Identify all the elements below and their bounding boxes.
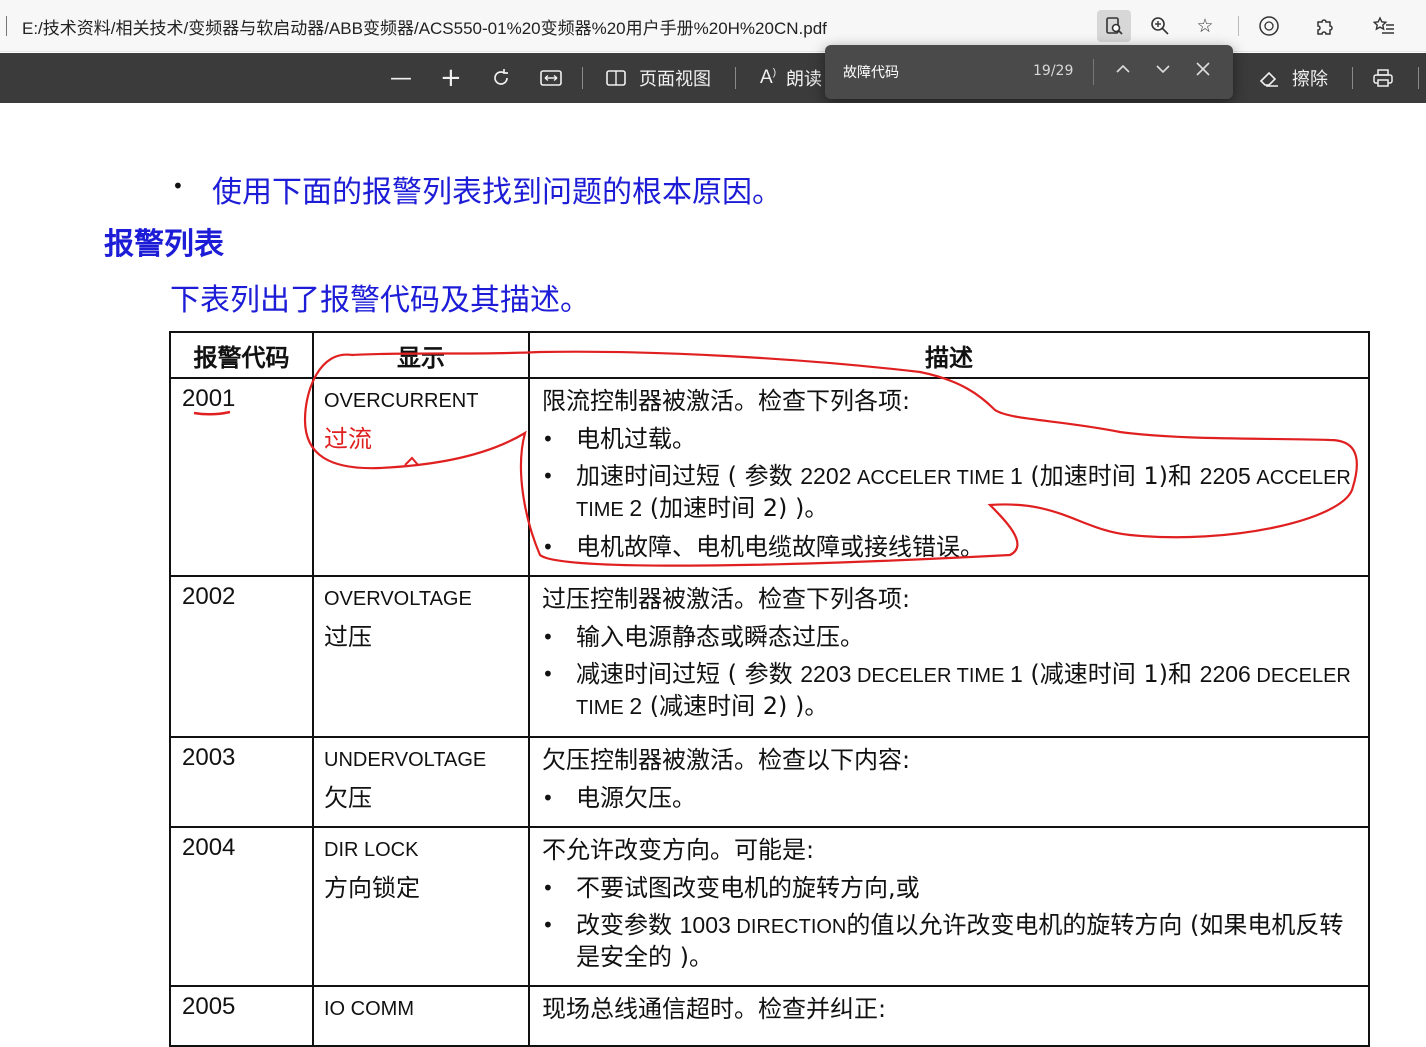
alarm-display: OVERCURRENT 过流	[312, 377, 530, 577]
section-heading: 报警列表	[104, 227, 224, 262]
display-en: OVERVOLTAGE	[324, 588, 472, 610]
page-view-icon	[606, 70, 626, 86]
toolbar-separator	[1418, 67, 1419, 89]
table-row: 2005 IO COMM 现场总线通信超时。检查并纠正:	[169, 985, 1370, 1047]
alarm-description: 过压控制器被激活。检查下列各项: 输入电源静态或瞬态过压。 减速时间过短 ( 参…	[528, 575, 1370, 738]
display-en: DIR LOCK	[324, 839, 419, 861]
alarm-description: 欠压控制器被激活。检查以下内容: 电源欠压。	[528, 736, 1370, 828]
toolbar-divider	[1238, 16, 1239, 36]
find-prev-icon[interactable]	[1114, 60, 1132, 83]
description-item: 电源欠压。	[542, 783, 1358, 813]
address-text[interactable]: E:/技术资料/相关技术/变频器与软启动器/ABB变频器/ACS550-01%2…	[22, 14, 827, 39]
find-next-icon[interactable]	[1154, 60, 1172, 83]
display-en: UNDERVOLTAGE	[324, 749, 487, 771]
pdf-page: • 使用下面的报警列表找到问题的根本原因。 报警列表 下表列出了报警代码及其描述…	[0, 103, 1426, 1047]
header-code: 报警代码	[169, 331, 314, 379]
page-view-button[interactable]: 页面视图	[605, 65, 711, 91]
extensions-icon[interactable]	[1252, 10, 1286, 42]
erase-button[interactable]: 擦除	[1258, 65, 1328, 91]
find-separator	[1093, 59, 1094, 85]
print-icon[interactable]	[1372, 65, 1394, 91]
description-lead: 过压控制器被激活。检查下列各项:	[542, 585, 911, 613]
intro-text: 下表列出了报警代码及其描述。	[170, 283, 590, 318]
alarm-code: 2003	[169, 736, 314, 828]
eraser-icon	[1259, 71, 1278, 87]
zoom-in-button[interactable]: +	[440, 63, 462, 93]
toolbar-separator	[1352, 67, 1353, 89]
favorites-icon[interactable]	[1367, 10, 1401, 42]
toolbar-separator	[735, 67, 736, 89]
alarm-code: 2001	[169, 377, 314, 577]
alarm-code: 2005	[169, 985, 314, 1047]
header-display: 显示	[312, 331, 530, 379]
favorite-add-icon[interactable]: ☆	[1188, 10, 1222, 42]
alarm-description: 限流控制器被激活。检查下列各项: 电机过载。 加速时间过短 ( 参数 2202 …	[528, 377, 1370, 577]
description-item: 不要试图改变电机的旋转方向,或	[542, 873, 1358, 903]
erase-label: 擦除	[1292, 69, 1328, 90]
fit-width-icon[interactable]	[540, 65, 562, 91]
read-aloud-icon: A)	[760, 67, 777, 88]
description-lead: 不允许改变方向。可能是:	[542, 836, 815, 864]
toolbar-separator	[582, 67, 583, 89]
table-header-row: 报警代码 显示 描述	[169, 331, 1370, 379]
display-zh: 过压	[324, 623, 372, 651]
description-item: 电机过载。	[542, 424, 1358, 454]
page-view-label: 页面视图	[639, 69, 711, 90]
address-divider	[6, 16, 7, 36]
description-item: 改变参数 1003 DIRECTION的值以允许改变电机的旋转方向 (如果电机反…	[542, 910, 1358, 972]
table-row: 2001 OVERCURRENT 过流 限流控制器被激活。检查下列各项: 电机过…	[169, 377, 1370, 577]
zoom-icon[interactable]	[1143, 10, 1177, 42]
display-zh: 方向锁定	[324, 874, 420, 902]
read-aloud-label: 朗读	[786, 69, 823, 90]
find-close-icon[interactable]	[1194, 60, 1212, 83]
read-aloud-doc-icon[interactable]	[1097, 10, 1131, 42]
display-zh: 过流	[324, 425, 372, 453]
find-input[interactable]: 故障代码	[843, 62, 899, 82]
find-match-count: 19/29	[1033, 63, 1074, 79]
alarm-display: IO COMM	[312, 985, 530, 1047]
alarm-description: 不允许改变方向。可能是: 不要试图改变电机的旋转方向,或 改变参数 1003 D…	[528, 826, 1370, 987]
display-zh: 欠压	[324, 784, 372, 812]
doc-bullet-text: 使用下面的报警列表找到问题的根本原因。	[212, 175, 782, 210]
zoom-out-button[interactable]: —	[390, 65, 412, 91]
rotate-icon[interactable]	[490, 65, 512, 91]
table-row: 2003 UNDERVOLTAGE 欠压 欠压控制器被激活。检查以下内容: 电源…	[169, 736, 1370, 828]
alarm-code: 2002	[169, 575, 314, 738]
description-item: 减速时间过短 ( 参数 2203 DECELER TIME 1 (减速时间 1)…	[542, 659, 1358, 723]
find-bar: 故障代码 19/29	[825, 45, 1233, 99]
description-lead: 限流控制器被激活。检查下列各项:	[542, 387, 911, 415]
table-row: 2002 OVERVOLTAGE 过压 过压控制器被激活。检查下列各项: 输入电…	[169, 575, 1370, 738]
puzzle-icon[interactable]	[1307, 10, 1341, 42]
alarm-table: 报警代码 显示 描述 2001 OVERCURRENT 过流 限流控制器被激活。…	[169, 331, 1370, 1047]
alarm-display: UNDERVOLTAGE 欠压	[312, 736, 530, 828]
description-item: 加速时间过短 ( 参数 2202 ACCELER TIME 1 (加速时间 1)…	[542, 461, 1358, 525]
description-lead: 欠压控制器被激活。检查以下内容:	[542, 746, 911, 774]
alarm-display: OVERVOLTAGE 过压	[312, 575, 530, 738]
bullet-dot: •	[172, 174, 184, 198]
read-aloud-button[interactable]: A) 朗读	[760, 65, 828, 91]
alarm-display: DIR LOCK 方向锁定	[312, 826, 530, 987]
display-en: IO COMM	[324, 998, 414, 1020]
description-item: 电机故障、电机电缆故障或接线错误。	[542, 532, 1358, 562]
description-lead: 现场总线通信超时。检查并纠正:	[542, 995, 887, 1023]
description-item: 输入电源静态或瞬态过压。	[542, 622, 1358, 652]
alarm-description: 现场总线通信超时。检查并纠正:	[528, 985, 1370, 1047]
display-en: OVERCURRENT	[324, 390, 479, 412]
header-description: 描述	[528, 331, 1370, 379]
alarm-code: 2004	[169, 826, 314, 987]
table-row: 2004 DIR LOCK 方向锁定 不允许改变方向。可能是: 不要试图改变电机…	[169, 826, 1370, 987]
